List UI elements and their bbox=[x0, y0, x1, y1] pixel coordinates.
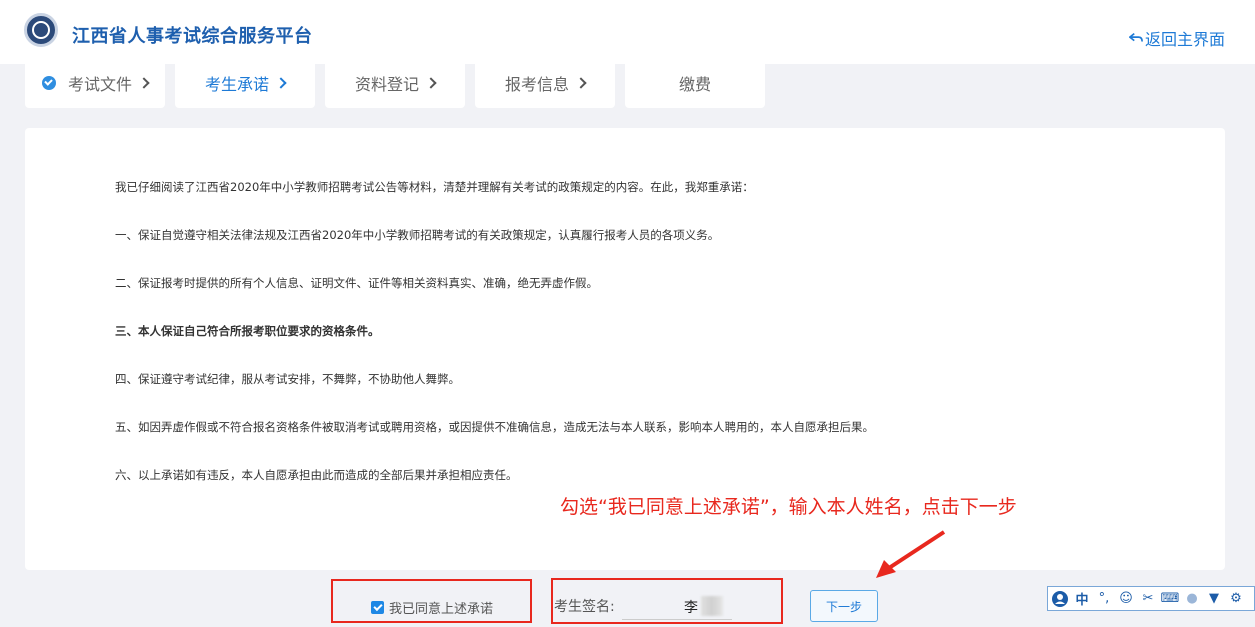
pledge-intro: 我已仔细阅读了江西省2020年中小学教师招聘考试公告等材料，清楚并理解有关考试的… bbox=[115, 180, 754, 194]
agree-label: 我已同意上述承诺 bbox=[389, 602, 494, 617]
step-label: 考生承诺 bbox=[204, 74, 269, 94]
pledge-item: 一、保证自觉遵守相关法律法规及江西省2020年中小学教师招聘考试的有关政策规定，… bbox=[115, 228, 720, 242]
chevron-right-icon bbox=[425, 76, 437, 89]
signature-label: 考生签名: bbox=[554, 599, 615, 615]
agree-checkbox[interactable]: 我已同意上述承诺 bbox=[371, 598, 493, 617]
checkbox-checked-icon[interactable] bbox=[371, 601, 384, 614]
shirt-icon[interactable]: ▼ bbox=[1206, 591, 1222, 607]
chevron-right-icon bbox=[575, 76, 587, 89]
person-icon[interactable]: ● bbox=[1184, 591, 1200, 607]
step-pledge[interactable]: 考生承诺 bbox=[175, 57, 315, 108]
scissors-icon[interactable]: ✂ bbox=[1140, 591, 1156, 607]
chevron-right-icon bbox=[275, 76, 287, 89]
chinese-mode-toggle[interactable]: 中 bbox=[1074, 591, 1090, 608]
back-arrow-icon bbox=[1128, 32, 1143, 42]
step-label: 资料登记 bbox=[354, 74, 419, 94]
header: 江西省人事考试综合服务平台 返回主界面 bbox=[0, 0, 1255, 64]
pledge-item: 二、保证报考时提供的所有个人信息、证明文件、证件等相关资料真实、准确，绝无弄虚作… bbox=[115, 276, 598, 290]
logo bbox=[24, 13, 58, 47]
pledge-item: 三、本人保证自己符合所报考职位要求的资格条件。 bbox=[115, 324, 380, 338]
check-circle-icon bbox=[41, 75, 56, 90]
gear-icon[interactable]: ⚙ bbox=[1228, 591, 1244, 607]
pledge-item: 六、以上承诺如有违反，本人自愿承担由此而造成的全部后果并承担相应责任。 bbox=[115, 468, 518, 482]
blurred-name-mask bbox=[701, 596, 723, 616]
step-exam-docs[interactable]: 考试文件 bbox=[25, 57, 165, 108]
step-label: 缴费 bbox=[678, 74, 711, 94]
step-registration[interactable]: 资料登记 bbox=[325, 57, 465, 108]
ime-toolbar: 中 °, ☺ ✂ ⌨ ● ▼ ⚙ bbox=[1047, 586, 1255, 611]
emoji-icon[interactable]: ☺ bbox=[1118, 591, 1134, 607]
chevron-right-icon bbox=[138, 76, 150, 89]
user-icon[interactable] bbox=[1052, 590, 1068, 607]
step-application-info[interactable]: 报考信息 bbox=[475, 57, 615, 108]
red-arrow-icon bbox=[876, 530, 946, 578]
step-label: 报考信息 bbox=[504, 74, 569, 94]
pledge-item: 四、保证遵守考试纪律，服从考试安排，不舞弊，不协助他人舞弊。 bbox=[115, 372, 460, 386]
step-label: 考试文件 bbox=[67, 74, 132, 94]
pledge-item: 五、如因弄虚作假或不符合报名资格条件被取消考试或聘用资格，或因提供不准确信息，造… bbox=[115, 420, 874, 434]
keyboard-icon[interactable]: ⌨ bbox=[1161, 591, 1180, 607]
back-to-main-link[interactable]: 返回主界面 bbox=[1128, 26, 1225, 50]
step-payment[interactable]: 缴费 bbox=[625, 57, 765, 108]
instruction-annotation: 勾选“我已同意上述承诺”，输入本人姓名，点击下一步 bbox=[560, 496, 1017, 518]
next-step-button[interactable]: 下一步 bbox=[810, 590, 878, 622]
back-label: 返回主界面 bbox=[1144, 30, 1225, 49]
punctuation-icon[interactable]: °, bbox=[1096, 591, 1112, 607]
page-title: 江西省人事考试综合服务平台 bbox=[72, 26, 313, 47]
